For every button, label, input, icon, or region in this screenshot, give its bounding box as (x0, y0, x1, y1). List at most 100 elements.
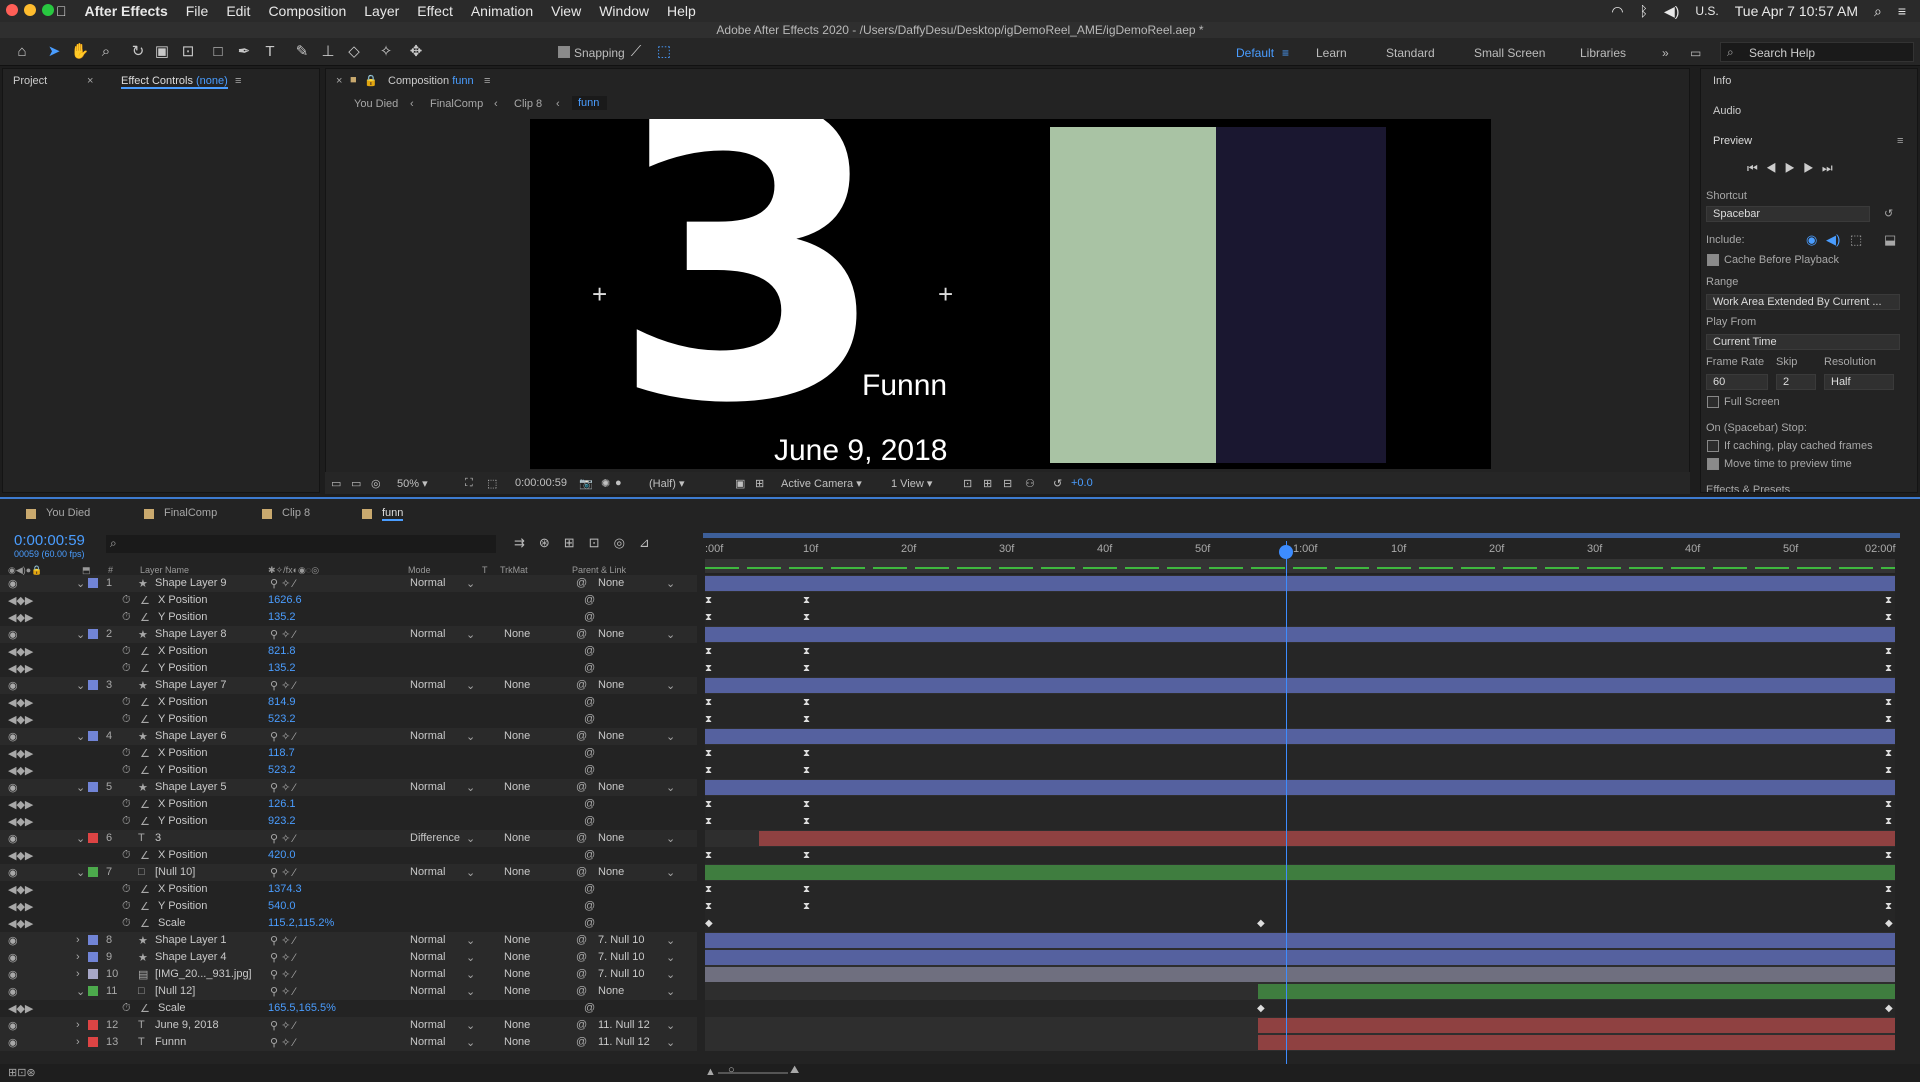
shy-icon[interactable]: ⚲ ✧ ⁄ (270, 730, 295, 743)
parent-dropdown[interactable]: None (598, 577, 624, 589)
clock[interactable]: Tue Apr 7 10:57 AM (1735, 3, 1858, 19)
tab-audio[interactable]: Audio (1713, 105, 1741, 117)
layer-row[interactable]: ◉ › 13 T Funnn ⚲ ✧ ⁄ Normal ⌄ None @11. Null 12 ⌄ (0, 1034, 697, 1051)
roto-brush-tool-icon[interactable]: ✧ (376, 42, 396, 62)
keyframe-icon[interactable]: ⧗ (1885, 850, 1892, 861)
trkmat-dropdown[interactable]: None (504, 968, 530, 980)
zoom-in-icon[interactable]: ⛰ (790, 1064, 799, 1077)
pickwhip-icon[interactable]: @ (576, 730, 587, 742)
eye-icon[interactable]: ◉ (8, 985, 18, 998)
trkmat-dropdown[interactable]: None (504, 985, 530, 997)
app-menu[interactable]: After Effects (85, 3, 168, 19)
keyframe-nav-icon[interactable]: ◀◆▶ (8, 611, 33, 624)
timeline-track[interactable] (705, 779, 1895, 796)
keyframe-icon[interactable]: ⧗ (705, 850, 712, 861)
work-area-bar[interactable] (703, 533, 1900, 538)
menu-edit[interactable]: Edit (226, 3, 250, 19)
stopwatch-icon[interactable]: ⏱ (122, 662, 131, 675)
trkmat-dropdown[interactable]: None (504, 866, 530, 878)
property-value[interactable]: 420.0 (268, 849, 296, 861)
move-time-checkbox[interactable] (1707, 458, 1719, 470)
range-dropdown[interactable]: Work Area Extended By Current ... (1706, 294, 1900, 310)
keyframe-nav-icon[interactable]: ◀◆▶ (8, 900, 33, 913)
timeline-icon[interactable]: ⊟ (1003, 477, 1012, 490)
zoom-window-icon[interactable] (42, 4, 54, 16)
keyframe-icon[interactable]: ⧗ (705, 646, 712, 657)
keyframe-nav-icon[interactable]: ◀◆▶ (8, 713, 33, 726)
twirl-chevron-icon[interactable]: ⌄ (76, 985, 85, 998)
property-row[interactable]: ◀◆▶ ⏱ ∠ X Position 1626.6 @ (0, 592, 697, 609)
snapping-checkbox[interactable] (558, 46, 570, 58)
graph-icon[interactable]: ∠ (140, 611, 150, 624)
timeline-tab-funn[interactable]: funn (382, 507, 404, 521)
spotlight-search-icon[interactable]: ⌕ (1874, 3, 1882, 20)
fit-icon[interactable]: ⛶ (465, 477, 473, 490)
parent-dropdown[interactable]: None (598, 781, 624, 793)
property-value[interactable]: 523.2 (268, 713, 296, 725)
expression-icon[interactable]: @ (584, 1002, 595, 1014)
breadcrumb-finalcomp[interactable]: FinalComp (430, 98, 483, 110)
layer-row[interactable]: ◉ › 10 ▤ [IMG_20..._931.jpg] ⚲ ✧ ⁄ Normal ⌄ None… (0, 966, 697, 983)
keyframe-nav-icon[interactable]: ◀◆▶ (8, 798, 33, 811)
region-icon[interactable]: ▭ (331, 477, 341, 490)
pen-tool-icon[interactable]: ✒ (234, 42, 254, 62)
layer-name[interactable]: [Null 12] (155, 985, 195, 997)
comp-lock-icon[interactable]: 🔒 (364, 74, 378, 87)
eye-icon[interactable]: ◉ (8, 832, 18, 845)
property-value[interactable]: 115.2,115.2% (268, 917, 334, 929)
keyframe-nav-icon[interactable]: ◀◆▶ (8, 696, 33, 709)
eye-icon[interactable]: ◉ (8, 577, 18, 590)
brush-tool-icon[interactable]: ✎ (292, 42, 312, 62)
comp-tab[interactable]: Composition funn (388, 75, 474, 87)
label-color[interactable] (88, 833, 98, 843)
keyframe-icon[interactable]: ⧗ (803, 612, 810, 623)
menu-composition[interactable]: Composition (268, 3, 346, 19)
eye-icon[interactable]: ◉ (8, 951, 18, 964)
expression-icon[interactable]: @ (584, 815, 595, 827)
input-locale[interactable]: U.S. (1695, 4, 1718, 18)
label-color[interactable] (88, 969, 98, 979)
eye-icon[interactable]: ◉ (8, 628, 18, 641)
keyframe-icon[interactable]: ⧗ (1885, 646, 1892, 657)
graph-icon[interactable]: ∠ (140, 713, 150, 726)
mode-dropdown[interactable]: Normal (410, 628, 445, 640)
composition-viewer[interactable]: 3 + + Funnn June 9, 2018 (530, 119, 1491, 469)
timeline-track[interactable]: ⧗ ⧗ ⧗ (705, 813, 1895, 830)
shy-icon[interactable]: ⚲ ✧ ⁄ (270, 1019, 295, 1032)
keyframe-icon[interactable]: ⧗ (1885, 765, 1892, 776)
keyframe-icon[interactable]: ⧗ (1885, 799, 1892, 810)
timeline-track[interactable] (705, 830, 1895, 847)
keyframe-icon[interactable]: ⧗ (705, 901, 712, 912)
graph-icon[interactable]: ∠ (140, 917, 150, 930)
property-value[interactable]: 1374.3 (268, 883, 302, 895)
fast-preview-icon[interactable]: ⊞ (983, 477, 992, 490)
workspace-standard[interactable]: Standard (1386, 46, 1435, 60)
timeline-track[interactable] (705, 1034, 1895, 1051)
close-tab-icon[interactable]: × (87, 75, 93, 87)
menu-window[interactable]: Window (599, 3, 649, 19)
camera-dropdown[interactable]: Active Camera ▾ (781, 477, 862, 490)
property-value[interactable]: 814.9 (268, 696, 296, 708)
shy-icon[interactable]: ⚲ ✧ ⁄ (270, 968, 295, 981)
if-caching-checkbox[interactable] (1707, 440, 1719, 452)
property-value[interactable]: 165.5,165.5% (268, 1002, 336, 1014)
control-center-icon[interactable]: ≡ (1898, 3, 1906, 19)
keyframe-icon[interactable]: ⧗ (705, 612, 712, 623)
layer-row[interactable]: ◉ ⌄ 5 ★ Shape Layer 5 ⚲ ✧ ⁄ Normal ⌄ None @ None ⌄ (0, 779, 697, 796)
color-channel-icon[interactable]: ● (615, 477, 622, 489)
twirl-chevron-icon[interactable]: ⌄ (76, 832, 85, 845)
menu-effect[interactable]: Effect (417, 3, 453, 19)
stopwatch-icon[interactable]: ⏱ (122, 849, 131, 862)
layer-row[interactable]: ◉ › 12 T June 9, 2018 ⚲ ✧ ⁄ Normal ⌄ None @11. Nu… (0, 1017, 697, 1034)
pickwhip-icon[interactable]: @ (576, 985, 587, 997)
property-row[interactable]: ◀◆▶ ⏱ ∠ Y Position 923.2 @ (0, 813, 697, 830)
monitor-icon[interactable]: ▭ (351, 477, 361, 490)
keyframe-icon[interactable]: ⧗ (705, 748, 712, 759)
expression-icon[interactable]: @ (584, 747, 595, 759)
include-overlays-icon[interactable]: ⬚ (1850, 232, 1862, 248)
label-color[interactable] (88, 731, 98, 741)
frame-icon[interactable]: ⬚ (487, 477, 497, 490)
timeline-track[interactable]: ⧗ ⧗ ⧗ (705, 762, 1895, 779)
vr-icon[interactable]: ◎ (371, 477, 381, 490)
property-value[interactable]: 118.7 (268, 747, 295, 759)
